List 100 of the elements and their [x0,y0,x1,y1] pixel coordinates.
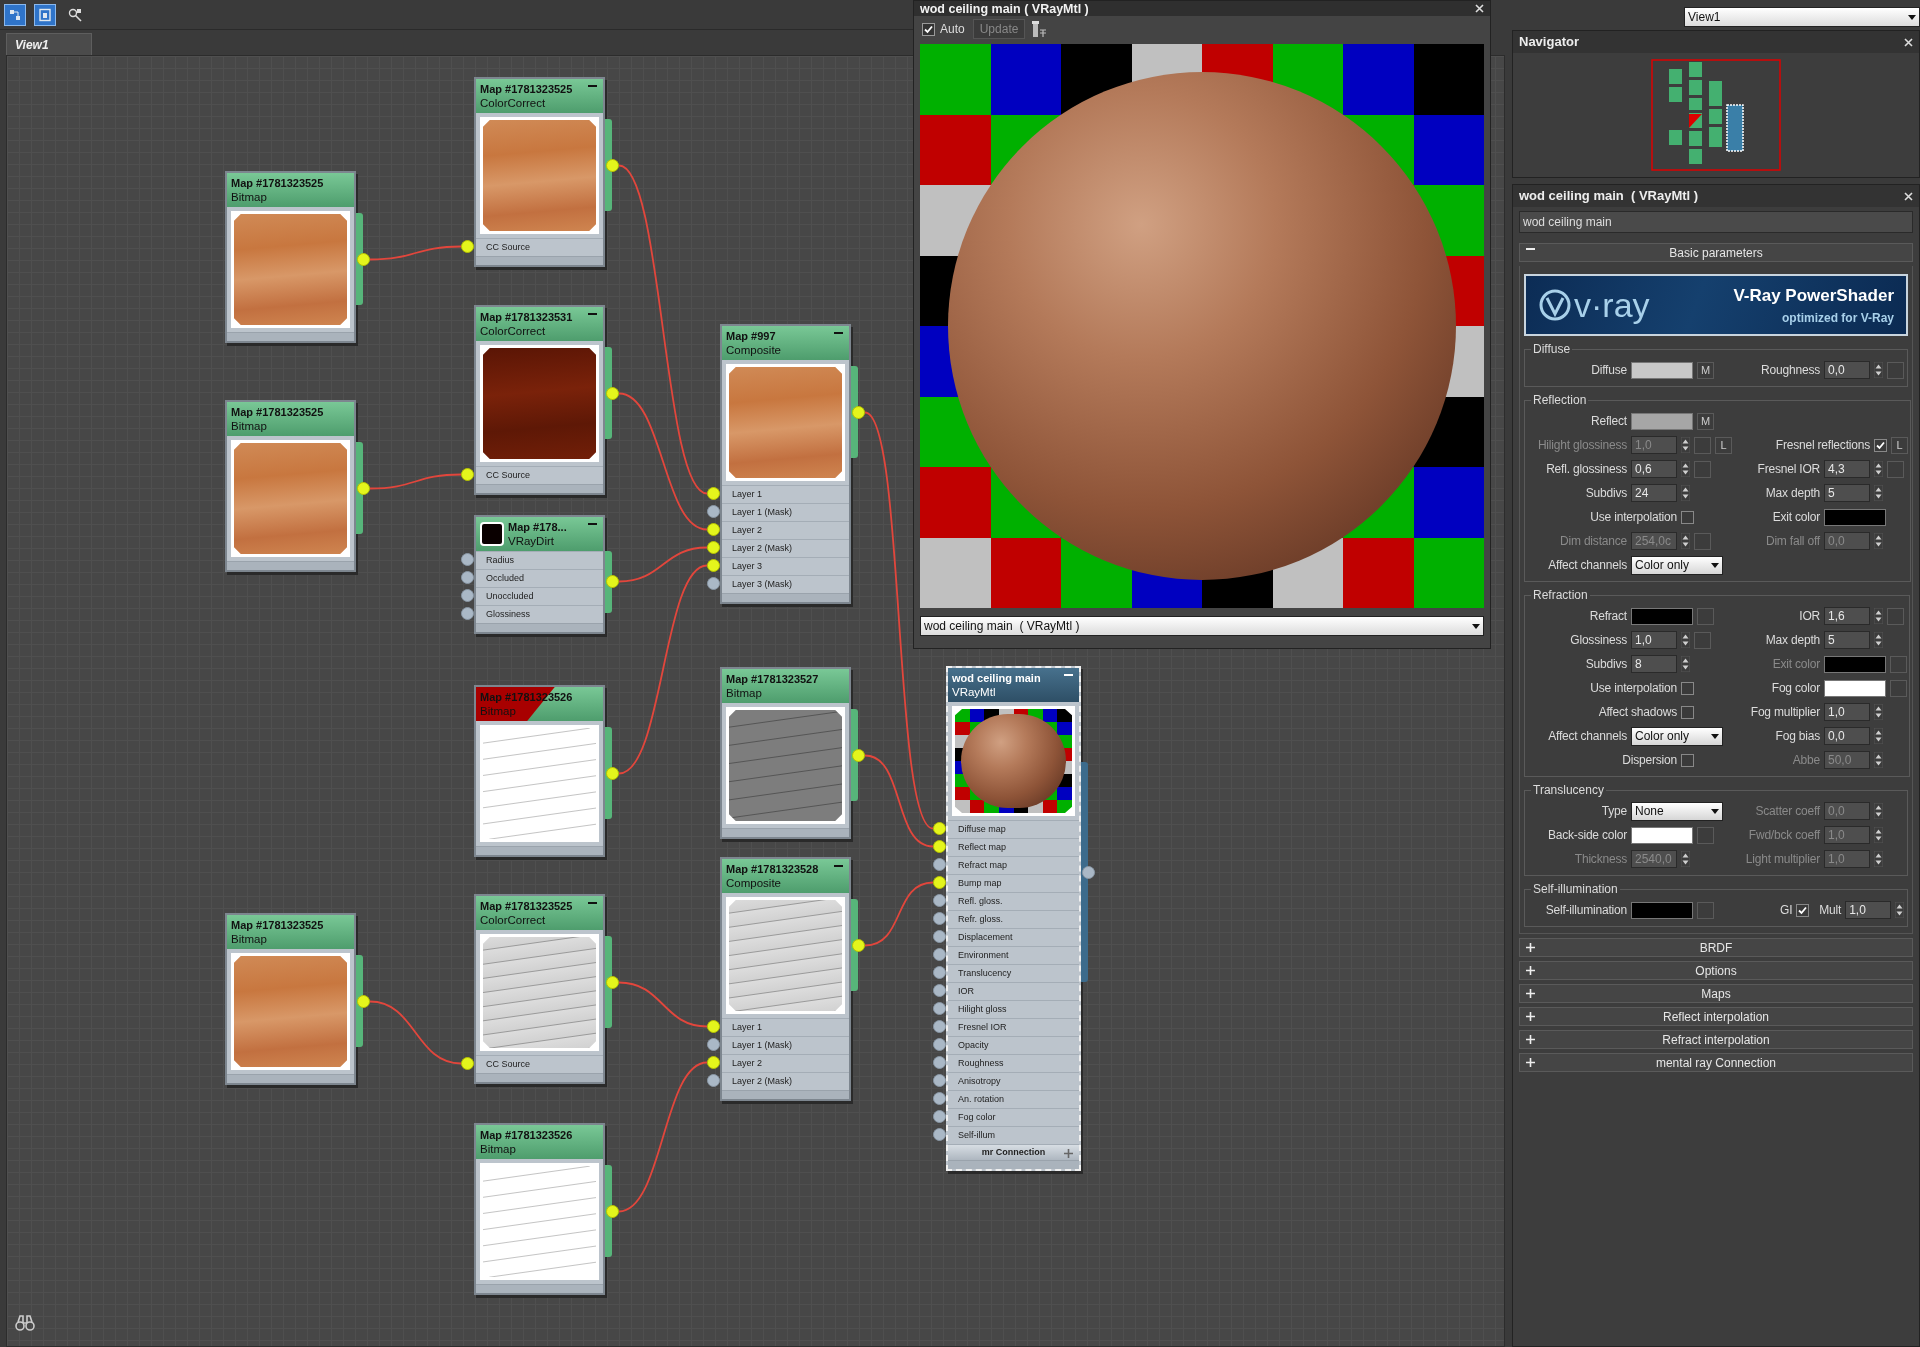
number-field[interactable]: 24 [1631,484,1677,502]
input-port[interactable] [707,487,720,500]
input-port[interactable] [933,966,946,979]
minimize-icon[interactable] [1064,674,1073,677]
color-swatch[interactable] [1631,607,1693,625]
input-port[interactable] [707,577,720,590]
number-field[interactable]: 1,6 [1824,607,1870,625]
rollout-header[interactable]: Maps [1519,984,1913,1003]
rollout-header[interactable]: mental ray Connection [1519,1053,1913,1072]
spinner-arrows-icon[interactable] [1874,827,1883,843]
rollout-header[interactable]: Options [1519,961,1913,980]
connection-bar[interactable]: mr Connection [948,1144,1079,1160]
input-port[interactable] [707,1038,720,1051]
input-port[interactable] [461,240,474,253]
minimap-drawing[interactable] [1651,59,1781,171]
minimize-icon[interactable] [834,865,843,868]
checkbox[interactable] [1681,705,1694,719]
input-port[interactable] [933,1056,946,1069]
dropdown[interactable]: Color only [1631,726,1723,746]
view-tab[interactable]: View1 [6,33,92,55]
node-header[interactable]: Map #1781323525 ColorCorrect [476,896,603,930]
input-port[interactable] [933,1092,946,1105]
spinner-arrows-icon[interactable] [1681,656,1690,672]
color-swatch[interactable] [1631,361,1693,379]
input-port[interactable] [933,1128,946,1141]
map-node[interactable]: Map #1781323525 ColorCorrect CC Source [474,77,605,267]
input-port[interactable] [933,984,946,997]
node-header[interactable]: Map #997 Composite [722,326,849,360]
map-node[interactable]: Map #1781323525 Bitmap [225,400,356,572]
spinner-arrows-icon[interactable] [1874,704,1883,720]
spinner-arrows-icon[interactable] [1874,752,1883,768]
number-field[interactable]: 1,0 [1845,901,1892,919]
node-header[interactable]: Map #1781323526 Bitmap [476,1125,603,1159]
close-icon[interactable] [1904,37,1913,47]
node-header[interactable]: Map #1781323525 Bitmap [227,915,354,949]
node-header[interactable]: wod ceiling main VRayMtl [948,668,1079,702]
spinner-arrows-icon[interactable] [1681,461,1690,477]
spinner-arrows-icon[interactable] [1681,851,1690,867]
close-icon[interactable] [1475,4,1484,13]
expand-icon[interactable] [1064,1149,1073,1158]
spinner-arrows-icon[interactable] [1895,902,1905,918]
map-node[interactable]: Map #1781323531 ColorCorrect CC Source [474,305,605,495]
checkbox[interactable] [1681,510,1694,524]
number-field[interactable]: 0,0 [1824,727,1870,745]
input-port[interactable] [707,523,720,536]
spinner-arrows-icon[interactable] [1874,533,1883,549]
input-port[interactable] [933,840,946,853]
input-port[interactable] [707,505,720,518]
input-port[interactable] [933,876,946,889]
node-header[interactable]: Map #1781323531 ColorCorrect [476,307,603,341]
auto-checkbox[interactable]: Auto [920,19,967,39]
map-button[interactable]: M [1697,412,1714,430]
map-node[interactable]: Map #1781323525 Bitmap [225,913,356,1085]
map-node[interactable]: Map #1781323526 Bitmap [474,1123,605,1295]
input-port[interactable] [461,1057,474,1070]
name-field[interactable]: wod ceiling main [1519,211,1913,233]
minimize-icon[interactable] [588,313,597,316]
spinner-arrows-icon[interactable] [1681,437,1690,453]
color-swatch[interactable] [1631,412,1693,430]
node-header[interactable]: Map #1781323525 Bitmap [227,402,354,436]
checkbox[interactable] [1681,753,1694,767]
spinner-arrows-icon[interactable] [1874,632,1883,648]
number-field[interactable]: 0,6 [1631,460,1677,478]
input-port[interactable] [933,1074,946,1087]
toolbar-button[interactable] [4,3,26,26]
number-field[interactable]: 5 [1824,484,1870,502]
input-port[interactable] [707,541,720,554]
number-field[interactable]: 4,3 [1824,460,1870,478]
node-header[interactable]: Map #1781323525 ColorCorrect [476,79,603,113]
dropdown[interactable]: None [1631,801,1723,821]
color-swatch[interactable] [1824,508,1886,526]
map-node[interactable]: Map #178... VRayDirt Radius Occluded Unoccluded Glossiness [474,515,605,634]
minimize-icon[interactable] [588,902,597,905]
input-port[interactable] [707,1056,720,1069]
color-swatch[interactable] [1824,679,1886,697]
map-node[interactable]: Map #1781323527 Bitmap [720,667,851,839]
dropdown[interactable]: Color only [1631,555,1723,575]
spinner-arrows-icon[interactable] [1874,362,1883,378]
input-port[interactable] [707,1020,720,1033]
input-port[interactable] [933,1038,946,1051]
number-field[interactable]: 8 [1631,655,1677,673]
checkbox[interactable] [1874,438,1887,452]
view-dropdown[interactable]: View1 [1684,7,1920,27]
number-field[interactable]: 5 [1824,631,1870,649]
input-port[interactable] [461,589,474,602]
number-field[interactable]: 0,0 [1824,361,1870,379]
close-icon[interactable] [1904,191,1913,201]
spinner-arrows-icon[interactable] [1681,533,1690,549]
input-port[interactable] [461,607,474,620]
checkbox[interactable] [1796,903,1810,917]
input-port[interactable] [933,894,946,907]
input-port[interactable] [707,1074,720,1087]
number-field[interactable]: 1,0 [1631,631,1677,649]
binoculars-icon[interactable] [15,1315,35,1331]
spinner-arrows-icon[interactable] [1874,728,1883,744]
spinner-arrows-icon[interactable] [1874,461,1883,477]
map-button[interactable]: M [1697,361,1714,379]
node-header[interactable]: Map #1781323527 Bitmap [722,669,849,703]
rollout-header[interactable]: Refract interpolation [1519,1030,1913,1049]
node-header[interactable]: Map #1781323528 Composite [722,859,849,893]
